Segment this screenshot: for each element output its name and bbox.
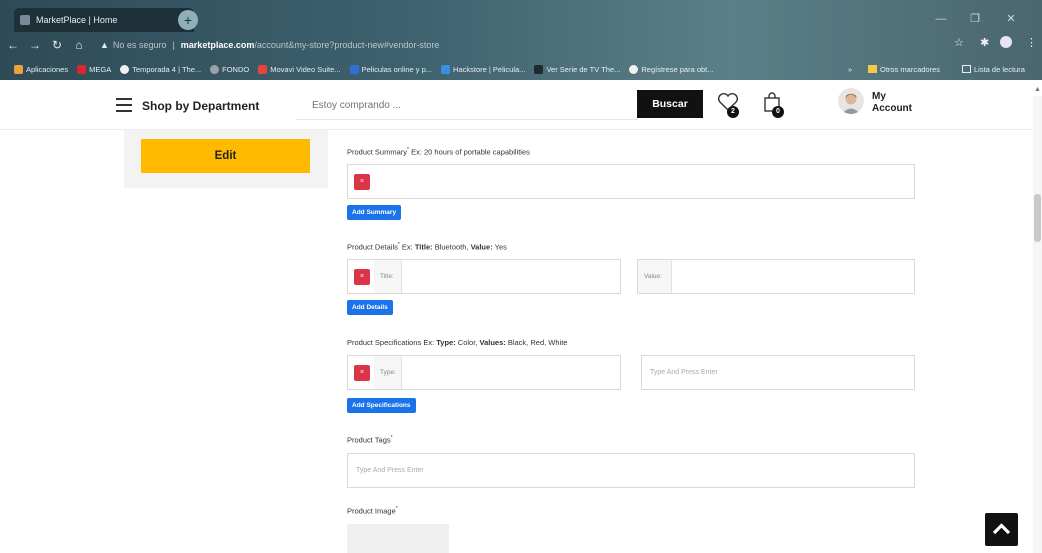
cart-button[interactable]: 0 [760,90,788,118]
user-avatar-icon [842,93,860,114]
spec-values-input[interactable]: Type And Press Enter [641,355,915,390]
shop-by-department[interactable]: Shop by Department [142,99,259,113]
wishlist-button[interactable]: 2 [716,90,744,118]
detail-value-field[interactable]: Value: [637,259,915,294]
title-prefix: Title: [374,260,402,293]
detail-title-field[interactable]: × Title: [347,259,621,294]
image-label: Product Image* [347,506,398,516]
spec-values-placeholder: Type And Press Enter [650,369,718,376]
scrollbar-track[interactable] [1033,96,1042,553]
tags-label: Product Tags* [347,435,393,445]
hackstore-icon [441,64,451,74]
reading-list[interactable]: Lista de lectura [962,58,1025,80]
more-bookmarks-icon[interactable]: » [848,58,852,80]
add-summary-button[interactable]: Add Summary [347,205,402,220]
forward-icon[interactable]: → [26,38,44,52]
hamburger-menu-icon[interactable] [116,98,132,112]
scroll-to-top-button[interactable] [985,513,1018,546]
type-prefix: Type: [374,356,402,389]
tags-input[interactable]: Type And Press Enter [347,453,915,488]
summary-label: Product Summary* Ex: 20 hours of portabl… [347,147,530,157]
browser-menu-icon[interactable]: ⋮ [1026,36,1037,49]
summary-field[interactable]: × [347,164,915,199]
folder-icon [868,65,877,73]
insecure-label: No es seguro [112,40,167,50]
bookmark-item[interactable]: Movavi Video Suite... [258,64,341,74]
reload-icon[interactable]: ↻ [48,38,66,52]
bookmark-item[interactable]: Temporada 4 | The... [120,64,201,74]
star-icon[interactable]: ☆ [954,36,964,49]
youtube-icon [258,64,268,74]
other-bookmarks[interactable]: Otros marcadores [868,58,940,80]
tab-bar: MarketPlace | Home × + — ❐ ✕ [0,8,1042,32]
maximize-icon[interactable]: ❐ [962,8,988,30]
edit-button[interactable]: Edit [141,139,310,173]
play-icon [534,64,544,74]
film-icon [349,64,359,74]
mega-icon [77,64,87,74]
add-specifications-button[interactable]: Add Specifications [347,398,416,413]
home-icon[interactable]: ⌂ [70,38,88,52]
add-details-button[interactable]: Add Details [347,300,393,315]
url-path: /account&my-store?product-new#vendor-sto… [254,40,440,50]
spec-type-field[interactable]: × Type: [347,355,621,390]
remove-summary-button[interactable]: × [354,174,370,190]
image-upload-box[interactable] [347,524,449,553]
address-row: ← → ↻ ⌂ ▲ No es seguro | marketplace.com… [0,32,1042,58]
details-label: Product Details* Ex: Title: Bluetooth, V… [347,242,507,252]
specifications-label: Product Specifications Ex: Type: Color, … [347,338,568,347]
globe-icon [210,64,220,74]
cart-count-badge: 0 [772,106,784,118]
tab-title: MarketPlace | Home [36,15,118,25]
warning-icon: ▲ [100,40,109,50]
remove-spec-button[interactable]: × [354,365,370,381]
compass-icon [120,64,130,74]
browser-chrome: MarketPlace | Home × + — ❐ ✕ ← → ↻ ⌂ ▲ N… [0,0,1042,80]
scroll-up-arrow-icon[interactable]: ▲ [1033,86,1042,96]
browser-tab[interactable]: MarketPlace | Home × [14,8,194,32]
my-account-link[interactable]: My Account [872,91,912,115]
remove-detail-button[interactable]: × [354,269,370,285]
bookmark-item[interactable]: Peliculas online y p... [349,64,432,74]
extensions-icon[interactable]: ✱ [980,36,989,49]
url-host: marketplace.com [180,40,255,50]
minimize-icon[interactable]: — [928,8,954,30]
search-input[interactable] [296,92,638,120]
chevron-up-icon [992,523,1011,535]
bookmark-item[interactable]: MEGA [77,64,111,74]
profile-avatar-icon[interactable] [1000,36,1012,48]
tags-placeholder: Type And Press Enter [356,467,424,474]
bookmark-item[interactable]: Hackstore | Pelicula... [441,64,525,74]
reading-list-icon [962,65,971,73]
apps-grid-icon [14,64,23,74]
site-header: Shop by Department Buscar 2 0 My Account [0,86,1042,130]
window-close-icon[interactable]: ✕ [998,8,1024,30]
scrollbar-thumb[interactable] [1034,194,1041,242]
new-tab-button[interactable]: + [178,10,198,30]
value-prefix: Value: [638,260,672,293]
bookmark-item[interactable]: Ver Serie de TV The... [534,64,620,74]
back-icon[interactable]: ← [4,38,22,52]
search-button[interactable]: Buscar [637,90,703,118]
site-favicon-icon [20,15,30,25]
bookmark-item[interactable]: FONDO [210,64,249,74]
wishlist-count-badge: 2 [727,106,739,118]
bookmark-item[interactable]: Regístrese para obt... [629,64,714,74]
avatar[interactable] [838,88,864,114]
chrome-icon [629,64,639,74]
bookmarks-bar: Aplicaciones MEGA Temporada 4 | The... F… [0,58,1042,80]
address-bar[interactable]: ▲ No es seguro | marketplace.com /accoun… [100,36,940,54]
bookmark-item[interactable]: Aplicaciones [14,64,68,74]
